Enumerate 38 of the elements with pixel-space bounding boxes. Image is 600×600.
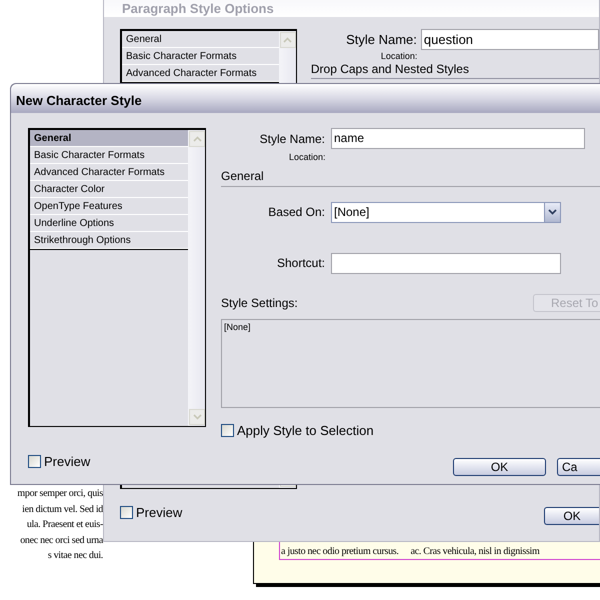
checkbox[interactable]: [28, 455, 41, 468]
window-title: Paragraph Style Options: [104, 0, 599, 17]
section-title: General: [221, 166, 600, 186]
field-label: Style Name:: [258, 130, 325, 148]
text-line: s vitae nec dui.: [48, 549, 103, 563]
scroll-up-icon[interactable]: [189, 131, 205, 147]
based-on-dropdown[interactable]: [None]: [331, 202, 561, 222]
section-title: Drop Caps and Nested Styles: [310, 62, 599, 79]
category-item[interactable]: General: [30, 130, 190, 147]
checkbox-label: Apply Style to Selection: [237, 422, 374, 440]
scroll-down-icon[interactable]: [189, 409, 205, 425]
cancel-button[interactable]: Ca: [557, 458, 600, 476]
text-line: mpor semper orci, quis: [17, 487, 103, 501]
style-settings-box: [None]: [221, 318, 600, 408]
location-label: Location:: [380, 51, 418, 62]
text-line: ac. Cras vehicula, nisl in dignissim: [410, 545, 540, 559]
checkbox[interactable]: [221, 424, 234, 437]
checkbox[interactable]: [120, 506, 133, 520]
ok-button[interactable]: OK: [544, 507, 599, 525]
text-line: a justo nec odio pretium cursus.: [281, 545, 399, 559]
text-line: ien dictum vel. Sed id: [22, 502, 103, 516]
field-label: Based On:: [267, 204, 325, 221]
ok-button[interactable]: OK: [453, 458, 546, 476]
style-name-field[interactable]: question: [420, 29, 599, 50]
text-line: onec nec orci sed urna: [20, 534, 103, 548]
field-label: Shortcut:: [276, 255, 325, 272]
window-title: New Character Style: [11, 84, 600, 113]
shortcut-field[interactable]: [331, 252, 561, 274]
checkbox-label: Preview: [44, 453, 90, 471]
scroll-up-icon[interactable]: [280, 32, 296, 48]
style-settings-label: Style Settings:: [221, 294, 298, 312]
location-label: Location:: [289, 151, 326, 164]
checkbox-label: Preview: [136, 504, 182, 522]
field-label: Style Name:: [345, 30, 417, 49]
category-list[interactable]: General Basic Character Formats Advanced Character Formats Character Color OpenType Features Underline Options Strikethrough Options: [28, 128, 206, 427]
style-name-field[interactable]: name: [331, 128, 585, 149]
text-line: ula. Praesent et euis-: [26, 518, 103, 532]
scrollbar[interactable]: [188, 130, 205, 426]
